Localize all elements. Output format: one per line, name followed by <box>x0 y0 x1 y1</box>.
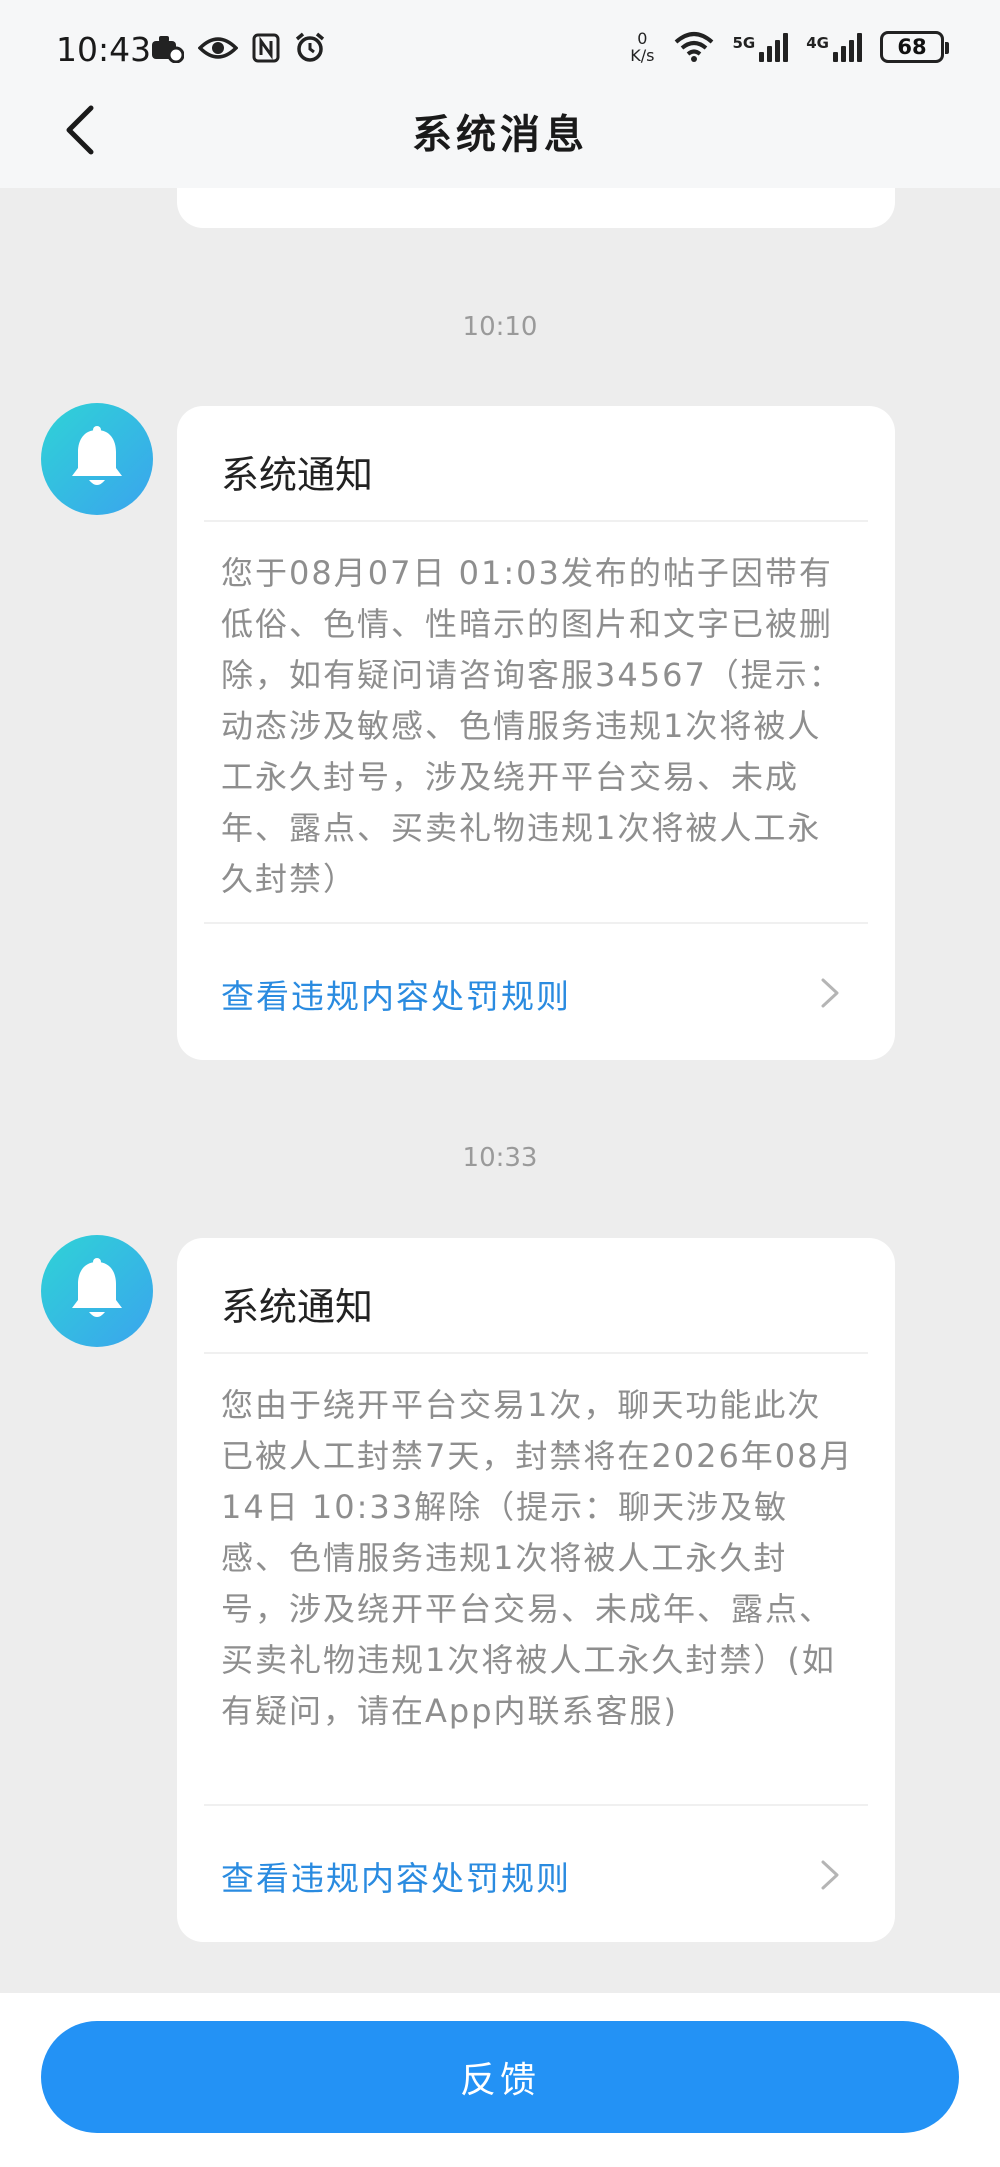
page-title: 系统消息 <box>412 112 588 158</box>
eye-icon <box>198 37 238 59</box>
wifi-icon <box>674 32 713 62</box>
system-avatar <box>41 1235 153 1347</box>
nav-bar: 系统消息 <box>0 100 1000 188</box>
battery-icon: 68 <box>880 31 949 63</box>
chevron-right-icon[interactable] <box>817 976 843 1010</box>
system-avatar <box>41 403 153 515</box>
message-body: 您于08月07日 01:03发布的帖子因带有低俗、色情、性暗示的图片和文字已被删… <box>221 554 843 898</box>
message-title: 系统通知 <box>221 453 374 497</box>
status-bar: 10:43 0 K/s 5G 4G 68 <box>0 0 1000 100</box>
divider <box>204 520 868 522</box>
camera-lock-icon <box>152 36 184 63</box>
signal-5g: 5G <box>733 32 789 62</box>
feedback-button[interactable]: 反馈 <box>41 2021 959 2133</box>
status-time: 10:43 <box>56 30 152 69</box>
message-card: 系统通知 您由于绕开平台交易1次，聊天功能此次已被人工封禁7天，封禁将在2026… <box>177 1238 895 1942</box>
bottom-bar: 反馈 <box>0 1993 1000 2167</box>
signal-bars-icon <box>759 32 789 62</box>
bell-icon <box>72 426 122 485</box>
message-card: 系统通知 您于08月07日 01:03发布的帖子因带有低俗、色情、性暗示的图片和… <box>177 406 895 1060</box>
message-timestamp: 10:10 <box>462 312 538 342</box>
divider <box>204 1352 868 1354</box>
penalty-rules-link[interactable]: 查看违规内容处罚规则 <box>221 970 571 1018</box>
alarm-icon <box>295 32 325 62</box>
net-speed: 0 K/s <box>630 29 655 65</box>
nfc-icon <box>252 33 280 63</box>
signal-4g: 4G <box>806 32 862 62</box>
penalty-rules-link[interactable]: 查看违规内容处罚规则 <box>221 1852 571 1900</box>
top-bar: 10:43 0 K/s 5G 4G 68 系统消息 <box>0 0 1000 188</box>
status-icons-right: 0 K/s 5G 4G 68 <box>630 29 949 65</box>
divider <box>204 922 868 924</box>
message-body: 您由于绕开平台交易1次，聊天功能此次已被人工封禁7天，封禁将在2026年08月1… <box>221 1386 854 1730</box>
status-icons-left <box>150 32 326 64</box>
signal-bars-icon <box>833 32 862 62</box>
chevron-right-icon[interactable] <box>817 1858 843 1892</box>
divider <box>204 1804 868 1806</box>
message-title: 系统通知 <box>221 1285 374 1329</box>
message-timestamp: 10:33 <box>462 1143 538 1173</box>
bell-icon <box>72 1258 122 1317</box>
